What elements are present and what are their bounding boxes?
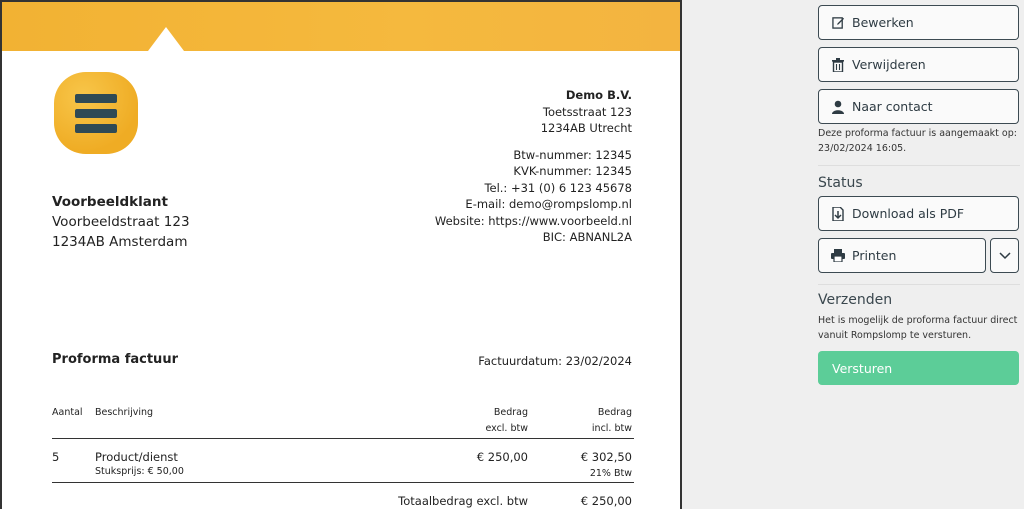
row-description: Product/dienst xyxy=(95,450,178,464)
invoice-banner xyxy=(2,2,680,51)
company-kvk: KVK-nummer: 12345 xyxy=(513,164,632,178)
row-unit-price: Stuksprijs: € 50,00 xyxy=(95,466,184,477)
header-amount-incl: Bedrag incl. btw xyxy=(592,405,632,437)
company-website: Website: https://www.voorbeeld.nl xyxy=(434,213,632,228)
company-city: 1234AB Utrecht xyxy=(540,121,632,135)
table-header-rule xyxy=(52,438,634,439)
contact-button-label: Naar contact xyxy=(852,99,933,114)
header-amount-excl-line2: excl. btw xyxy=(485,423,528,434)
table-row-rule xyxy=(52,482,634,483)
company-logo xyxy=(54,72,138,154)
edit-button-label: Bewerken xyxy=(852,15,914,30)
total-label: Totaalbedrag excl. btw xyxy=(398,494,528,508)
header-amount-incl-line1: Bedrag xyxy=(597,407,632,418)
invoice-date: Factuurdatum: 23/02/2024 xyxy=(478,354,632,368)
client-city: 1234AB Amsterdam xyxy=(52,234,188,250)
row-vat: 21% Btw xyxy=(589,468,632,479)
printer-icon xyxy=(831,249,845,262)
invoice-preview: Demo B.V. Toetsstraat 123 1234AB Utrecht… xyxy=(0,0,682,509)
company-name: Demo B.V. xyxy=(565,88,632,102)
chevron-down-icon xyxy=(998,248,1011,263)
company-street: Toetsstraat 123 xyxy=(542,104,632,119)
row-qty: 5 xyxy=(52,450,60,464)
company-vat: Btw-nummer: 12345 xyxy=(513,147,632,162)
banner-notch xyxy=(148,27,184,51)
download-pdf-button[interactable]: Download als PDF xyxy=(818,196,1019,231)
send-button-label: Versturen xyxy=(832,360,893,376)
logo-bar xyxy=(75,109,117,118)
print-options-dropdown[interactable] xyxy=(990,238,1019,273)
send-button[interactable]: Versturen xyxy=(818,351,1019,385)
user-icon xyxy=(831,100,845,114)
download-file-icon xyxy=(831,206,845,221)
header-amount-incl-line2: incl. btw xyxy=(591,423,632,434)
logo-bar xyxy=(75,124,117,133)
row-amount-excl: € 250,00 xyxy=(476,450,528,464)
header-amount-excl-line1: Bedrag xyxy=(493,407,528,418)
header-amount-excl: Bedrag excl. btw xyxy=(485,405,528,437)
edit-button[interactable]: Bewerken xyxy=(818,5,1019,40)
send-note: Het is mogelijk de proforma factuur dire… xyxy=(818,315,1018,341)
pencil-icon xyxy=(831,16,845,29)
company-bic: BIC: ABNANL2A xyxy=(542,230,632,244)
print-button[interactable]: Printen xyxy=(818,238,986,273)
header-qty: Aantal xyxy=(52,407,83,418)
delete-button[interactable]: Verwijderen xyxy=(818,47,1019,82)
row-amount-incl: € 302,50 xyxy=(580,450,632,464)
send-heading: Verzenden xyxy=(818,292,893,308)
delete-button-label: Verwijderen xyxy=(852,57,926,72)
status-heading: Status xyxy=(818,175,863,191)
created-note: Deze proforma factuur is aangemaakt op: … xyxy=(818,128,1017,154)
client-address: Voorbeeldklant Voorbeeldstraat 123 1234A… xyxy=(52,192,190,252)
contact-button[interactable]: Naar contact xyxy=(818,89,1019,124)
company-phone: Tel.: +31 (0) 6 123 45678 xyxy=(484,180,632,195)
trash-icon xyxy=(831,57,845,72)
total-value: € 250,00 xyxy=(580,494,632,508)
company-address: Demo B.V. Toetsstraat 123 1234AB Utrecht… xyxy=(435,87,632,246)
logo-bar xyxy=(75,94,117,103)
divider xyxy=(818,284,1020,285)
document-title: Proforma factuur xyxy=(52,352,178,367)
company-email: E-mail: demo@rompslomp.nl xyxy=(465,197,632,211)
divider xyxy=(818,165,1020,166)
client-street: Voorbeeldstraat 123 xyxy=(52,214,190,230)
print-button-label: Printen xyxy=(852,248,897,263)
download-pdf-label: Download als PDF xyxy=(852,206,965,221)
header-description: Beschrijving xyxy=(95,407,154,418)
client-name: Voorbeeldklant xyxy=(52,194,168,210)
